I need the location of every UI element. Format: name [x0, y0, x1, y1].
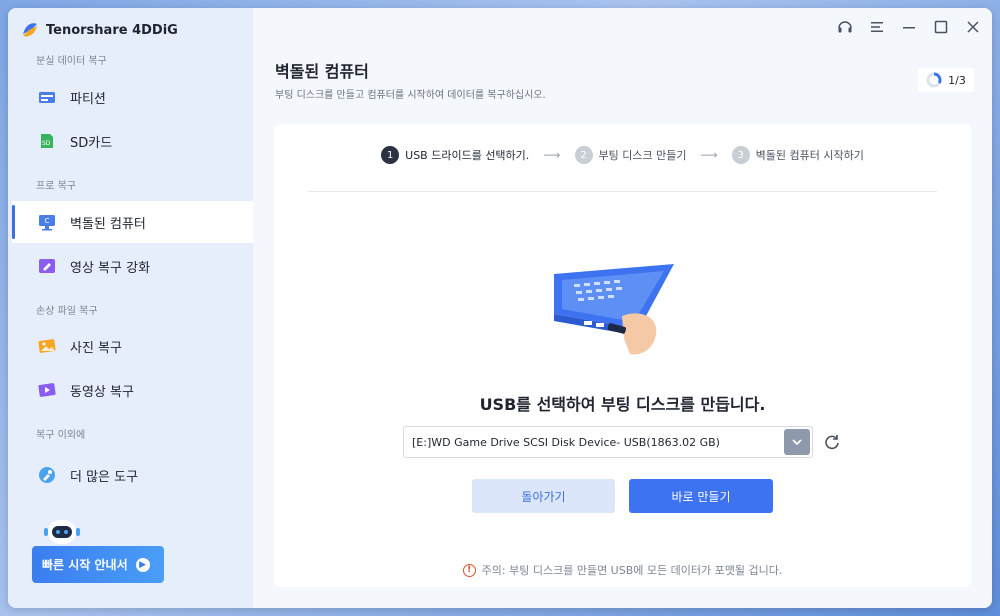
- refresh-icon[interactable]: [823, 433, 841, 451]
- sidebar-item-photo-repair[interactable]: 사진 복구: [12, 325, 253, 367]
- quick-start-guide-button[interactable]: 빠른 시작 안내서 ▶: [32, 546, 164, 583]
- page-subtitle: 부팅 디스크를 만들고 컴퓨터를 시작하여 데이터를 복구하십시오.: [275, 90, 546, 101]
- video-repair-icon: [36, 255, 58, 277]
- section-label-pro-recovery: 프로 복구: [36, 181, 76, 192]
- divider: [308, 191, 937, 192]
- usb-laptop-illustration: [554, 264, 674, 355]
- chevron-down-icon[interactable]: [784, 429, 810, 455]
- step-number: 3: [731, 146, 750, 164]
- sidebar-item-label: 더 많은 도구: [70, 469, 139, 485]
- minimize-icon[interactable]: [900, 18, 918, 36]
- photo-icon: [36, 335, 58, 357]
- back-button[interactable]: 돌아가기: [472, 479, 615, 513]
- svg-text:C: C: [45, 217, 50, 225]
- sidebar-item-label: 영상 복구 강화: [70, 260, 151, 276]
- window-controls: [836, 18, 982, 36]
- sidebar: Tenorshare 4DDiG 분실 데이터 복구 파티션 SD SD카드 프…: [8, 8, 253, 608]
- sidebar-item-crashed-computer[interactable]: C 벽돌된 컴퓨터: [12, 201, 253, 243]
- sidebar-item-label: 동영상 복구: [70, 384, 134, 400]
- section-label-beyond-recovery: 복구 이외에: [36, 430, 86, 441]
- quick-start-guide-label: 빠른 시작 안내서: [42, 558, 128, 572]
- warning-note: ! 주의: 부팅 디스크를 만들면 USB에 모든 데이터가 포맷될 겁니다.: [274, 562, 971, 578]
- step-label: 부팅 디스크 만들기: [598, 149, 687, 162]
- create-now-button[interactable]: 바로 만들기: [629, 479, 773, 513]
- svg-text:SD: SD: [42, 140, 51, 147]
- maximize-icon[interactable]: [932, 18, 950, 36]
- partition-icon: [36, 86, 58, 108]
- video-icon: [36, 379, 58, 401]
- app-window: Tenorshare 4DDiG 분실 데이터 복구 파티션 SD SD카드 프…: [8, 8, 992, 608]
- sd-card-icon: SD: [36, 130, 58, 152]
- section-label-lost-data: 분실 데이터 복구: [36, 56, 107, 67]
- step-counter: 1/3: [918, 68, 974, 92]
- sidebar-item-label: 벽돌된 컴퓨터: [70, 216, 146, 232]
- close-icon[interactable]: [964, 18, 982, 36]
- tools-icon: [36, 464, 58, 486]
- selected-drive: [E:]WD Game Drive SCSI Disk Device- USB(…: [412, 435, 720, 449]
- headline: USB를 선택하여 부팅 디스크를 만듭니다.: [479, 395, 766, 414]
- arrow-right-icon: ⟶: [543, 148, 561, 162]
- sidebar-item-partition[interactable]: 파티션: [12, 76, 253, 118]
- app-name: Tenorshare 4DDiG: [46, 22, 178, 38]
- step-counter-text: 1/3: [948, 73, 966, 87]
- menu-icon[interactable]: [868, 18, 886, 36]
- arrow-right-icon: ⟶: [700, 148, 718, 162]
- usb-drive-select[interactable]: [E:]WD Game Drive SCSI Disk Device- USB(…: [403, 426, 813, 458]
- chevron-right-icon: ▶: [135, 557, 150, 572]
- sidebar-item-video-recovery[interactable]: 동영상 복구: [12, 369, 253, 411]
- step-number: 2: [574, 146, 593, 164]
- sidebar-item-label: 사진 복구: [70, 340, 122, 356]
- sidebar-item-more-tools[interactable]: 더 많은 도구: [12, 454, 253, 496]
- progress-ring-icon: [926, 72, 942, 88]
- brand: Tenorshare 4DDiG: [20, 20, 178, 40]
- step-label: 벽돌된 컴퓨터 시작하기: [755, 149, 864, 162]
- warning-icon: !: [462, 563, 476, 577]
- step-1: 1 USB 드라이드를 선택하기.: [381, 146, 529, 164]
- step-2: 2 부팅 디스크 만들기: [574, 146, 687, 164]
- stepper: 1 USB 드라이드를 선택하기. ⟶ 2 부팅 디스크 만들기 ⟶ 3 벽돌된…: [274, 146, 971, 164]
- crashed-computer-icon: C: [36, 211, 58, 233]
- sidebar-item-video-repair[interactable]: 영상 복구 강화: [12, 245, 253, 287]
- section-label-file-repair: 손상 파일 복구: [36, 306, 98, 317]
- app-logo-icon: [23, 23, 37, 37]
- main-panel: 벽돌된 컴퓨터 부팅 디스크를 만들고 컴퓨터를 시작하여 데이터를 복구하십시…: [253, 8, 992, 608]
- step-3: 3 벽돌된 컴퓨터 시작하기: [731, 146, 864, 164]
- sidebar-item-sd-card[interactable]: SD SD카드: [12, 120, 253, 162]
- sidebar-item-label: SD카드: [70, 135, 113, 151]
- headset-icon[interactable]: [836, 18, 854, 36]
- page-title: 벽돌된 컴퓨터: [275, 62, 369, 81]
- warning-text: 주의: 부팅 디스크를 만들면 USB에 모든 데이터가 포맷될 겁니다.: [481, 564, 783, 577]
- step-label: USB 드라이드를 선택하기.: [405, 149, 530, 162]
- sidebar-item-label: 파티션: [70, 91, 106, 107]
- step-number: 1: [381, 146, 400, 164]
- content-card: 1 USB 드라이드를 선택하기. ⟶ 2 부팅 디스크 만들기 ⟶ 3 벽돌된…: [274, 124, 971, 587]
- robot-mascot-icon: [44, 520, 80, 544]
